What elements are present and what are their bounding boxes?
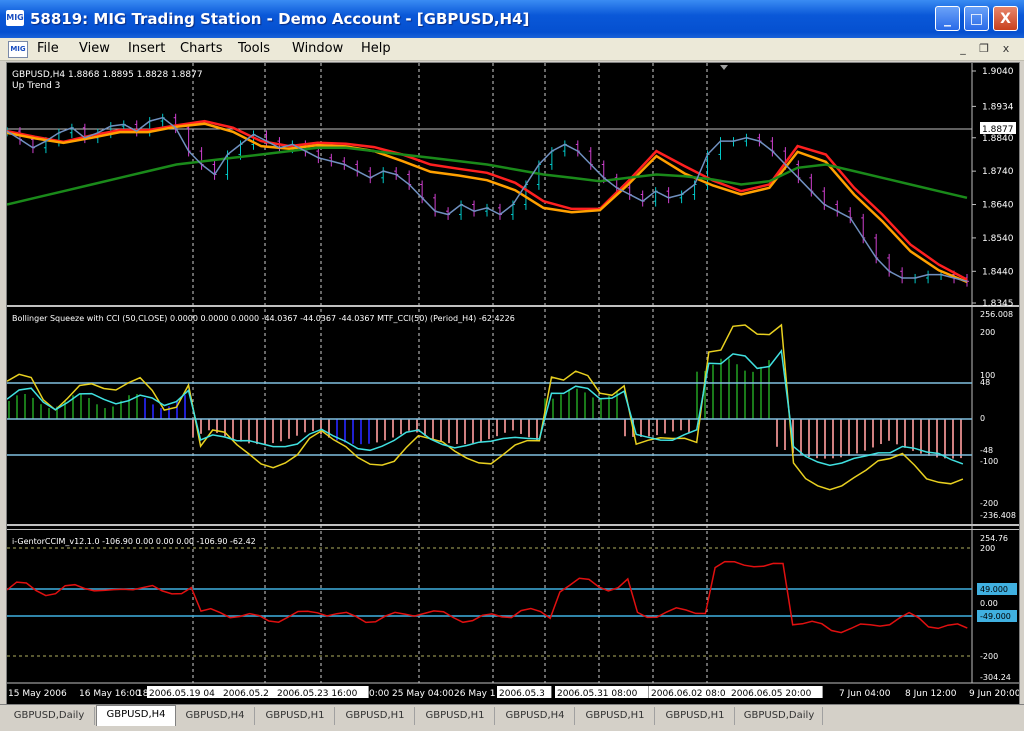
ind1-level-label: 0 (980, 414, 985, 423)
price-candles (7, 113, 969, 287)
price-level-label: 1.8640 (982, 201, 1014, 211)
time-axis-label: 2006.05.23 16:00 (277, 689, 358, 699)
minimize-button[interactable]: _ (935, 6, 960, 31)
price-level-label: 1.8540 (982, 234, 1014, 244)
chart-tab[interactable]: GBPUSD,H1 (336, 707, 415, 725)
ind2-level-label: 0.00 (980, 599, 998, 608)
price-level-label: 1.8840 (982, 134, 1014, 144)
panel-separator (7, 529, 1019, 530)
main-chart-label: GBPUSD,H4 1.8868 1.8895 1.8828 1.8877 (12, 70, 203, 80)
ind2-level-label: -49.000 (980, 612, 1011, 621)
current-price-label: 1.8877 (982, 125, 1014, 135)
moving-average-line-ma3 (7, 146, 968, 206)
chart-canvas[interactable]: GBPUSD,H4 1.8868 1.8895 1.8828 1.8877 Up… (7, 63, 1019, 705)
time-axis-label: 0:00 (369, 689, 389, 699)
mdi-close-button[interactable]: x (998, 42, 1014, 56)
time-axis-label: 2006.06.05 20:00 (731, 689, 812, 699)
menu-file[interactable]: File (37, 41, 59, 56)
price-level-label: 1.9040 (982, 67, 1014, 77)
price-level-label: 1.8440 (982, 267, 1014, 277)
mdi-restore-button[interactable]: ❐ (976, 42, 992, 56)
ind1-level-label: 200 (980, 328, 995, 337)
ind2-level-label: -200 (980, 652, 998, 661)
time-axis-label: 0 (643, 689, 649, 699)
cci-lines (7, 323, 964, 491)
chart-tab[interactable]: GBPUSD,H1 (656, 707, 735, 725)
time-axis-label: 2006.06.02 08:0 (651, 689, 726, 699)
menu-window[interactable]: Window (292, 41, 343, 56)
ind2-level-label: -304.24 (980, 673, 1011, 682)
moving-average-line-ma1 (7, 119, 968, 281)
time-axis-label: 15 May 2006 (8, 689, 67, 699)
ind1-level-label: 48 (980, 378, 990, 387)
menu-charts[interactable]: Charts (180, 41, 223, 56)
ind1-label: Bollinger Squeeze with CCI (50,CLOSE) 0.… (12, 314, 515, 323)
ind1-level-label: -100 (980, 457, 998, 466)
squeeze-histogram (8, 358, 962, 459)
time-grid (192, 63, 708, 683)
chart-tab[interactable]: GBPUSD,H1 (576, 707, 655, 725)
time-axis-label: 2006.05.2 (223, 689, 269, 699)
time-axis: 15 May 2006 16 May 16:0018 2006.05.19 04 20… (8, 686, 1019, 699)
time-axis-label: 2006.05.19 04 (149, 689, 215, 699)
cci-cyan-line (7, 349, 964, 467)
ind1-level-label: -236.408 (980, 511, 1016, 520)
close-button[interactable]: X (993, 6, 1018, 31)
menu-insert[interactable]: Insert (128, 41, 165, 56)
ind2-scale: 254.76200 49.000 0.00 -49.000 -200 -304.24 (977, 534, 1017, 682)
title-bar[interactable]: MIG 58819: MIG Trading Station - Demo Ac… (0, 0, 1024, 38)
chart-tab[interactable]: GBPUSD,Daily (4, 707, 95, 725)
ind1-scale: 256.008200100480-48-100-200-236.408 (980, 310, 1016, 520)
time-axis-label: 9 Jun 20:00 (969, 689, 1019, 699)
menu-tools[interactable]: Tools (238, 41, 270, 56)
time-axis-label: 2006.05.31 08:00 (557, 689, 638, 699)
chart-tab[interactable]: GBPUSD,H1 (256, 707, 335, 725)
panel-separator[interactable] (7, 305, 1019, 307)
price-level-label: 1.8740 (982, 167, 1014, 177)
main-chart-sublabel: Up Trend 3 (12, 81, 60, 91)
ind2-level-label: 200 (980, 544, 995, 553)
shift-marker-icon[interactable] (720, 65, 728, 70)
price-close-line (7, 116, 968, 283)
window-title: 58819: MIG Trading Station - Demo Accoun… (30, 10, 530, 28)
panel-separator[interactable] (7, 524, 1019, 526)
time-axis-label: 16 May 16:00 (79, 689, 141, 699)
chart-tab[interactable]: GBPUSD,H4 (176, 707, 255, 725)
maximize-button[interactable]: □ (964, 6, 989, 31)
cci-yellow-line (7, 323, 964, 491)
ind2-level-label: 49.000 (980, 585, 1008, 594)
ind1-level-label: 256.008 (980, 310, 1013, 319)
time-axis-label: 18 (137, 689, 149, 699)
time-axis-label: 8 Jun 12:00 (905, 689, 957, 699)
price-smooth-line (7, 116, 968, 283)
chart-tab[interactable]: GBPUSD,Daily (736, 707, 823, 725)
document-icon[interactable]: MIG (8, 41, 28, 58)
price-scale: 1.9040 1.8934 1.8840 1.8740 1.8640 1.8540 1.84… (972, 67, 1014, 309)
ccim-line (7, 560, 968, 634)
price-level-label: 1.8934 (982, 102, 1014, 112)
ind2-label: i-GentorCCIM_v12.1.0 -106.90 0.00 0.00 0… (12, 537, 256, 546)
ind1-level-label: -200 (980, 499, 998, 508)
chart-tab[interactable]: GBPUSD,H4 (496, 707, 575, 725)
app-icon: MIG (6, 10, 24, 26)
moving-averages (7, 119, 968, 284)
time-axis-label: 7 Jun 04:00 (839, 689, 891, 699)
menu-view[interactable]: View (79, 41, 110, 56)
ccim-red-line (7, 560, 968, 634)
chart-area[interactable]: GBPUSD,H4 1.8868 1.8895 1.8828 1.8877 Up… (6, 62, 1020, 706)
ind2-level-label: 254.76 (980, 534, 1008, 543)
chart-tabs: GBPUSD,Daily GBPUSD,H4 GBPUSD,H4 GBPUSD,… (0, 704, 1024, 731)
time-axis-label: 25 May 04:00 (392, 689, 454, 699)
price-level-label: 1.8345 (982, 299, 1014, 309)
time-axis-label: 26 May 1 (454, 689, 496, 699)
chart-tab[interactable]: GBPUSD,H1 (416, 707, 495, 725)
chart-tab-active[interactable]: GBPUSD,H4 (96, 705, 176, 726)
time-axis-label: 2006.05.3 (499, 689, 545, 699)
mdi-minimize-button[interactable]: _ (955, 42, 971, 56)
menu-bar: MIG File View Insert Charts Tools Window… (0, 38, 1024, 61)
ind1-level-label: -48 (980, 446, 993, 455)
menu-help[interactable]: Help (361, 41, 391, 56)
